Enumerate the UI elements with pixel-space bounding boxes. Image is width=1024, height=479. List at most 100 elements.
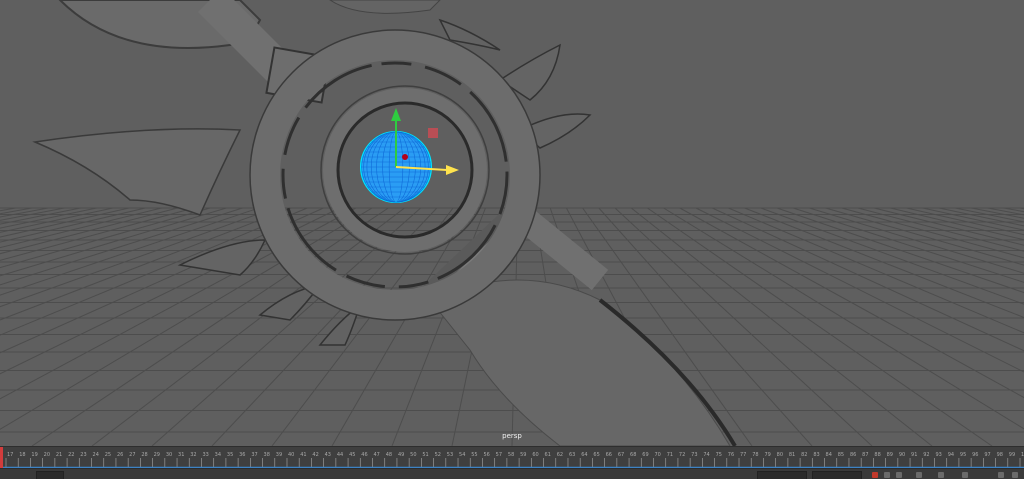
timeline-tick-label: 22 xyxy=(68,452,74,458)
timeline-tick-label: 53 xyxy=(447,452,453,458)
timeline-tick-label: 59 xyxy=(520,452,526,458)
timeline-tick-label: 64 xyxy=(581,452,587,458)
timeline-tick-label: 33 xyxy=(202,452,208,458)
timeline-tick-label: 87 xyxy=(862,452,868,458)
timeline-tick-label: 18 xyxy=(19,452,25,458)
auto-key-icon[interactable] xyxy=(872,472,878,478)
timeline-tick-label: 27 xyxy=(129,452,135,458)
timeline-tick-label: 67 xyxy=(618,452,624,458)
time-slider-ruler[interactable]: 17 18 19 20 21 22 23 24 25 26 27 28 29 30 31 32 33 34 35 36… xyxy=(0,447,1024,469)
timeline-tick-label: 17 xyxy=(7,452,13,458)
timeline-tick-label: 77 xyxy=(740,452,746,458)
timeline-tick-label: 71 xyxy=(667,452,673,458)
timeline-tick-label: 56 xyxy=(483,452,489,458)
timeline-tick-label: 73 xyxy=(691,452,697,458)
timeline-tick-label: 48 xyxy=(386,452,392,458)
sound-icon[interactable] xyxy=(938,472,944,478)
timeline-tick-label: 65 xyxy=(593,452,599,458)
timeline-tick-label: 89 xyxy=(887,452,893,458)
timeline-tick-label: 24 xyxy=(93,452,99,458)
timeline-tick-label: 35 xyxy=(227,452,233,458)
perspective-viewport[interactable]: persp xyxy=(0,0,1024,446)
maya-window: persp 17 18 19 20 21 22 23 24 25 26 27 28 29 30 31 32 33… xyxy=(0,0,1024,479)
timeline-tick-label: 60 xyxy=(532,452,538,458)
timeline-tick-label: 66 xyxy=(606,452,612,458)
timeline-tick-label: 97 xyxy=(984,452,990,458)
timeline-tick-label: 29 xyxy=(154,452,160,458)
timeline-tick-label: 94 xyxy=(948,452,954,458)
timeline-tick-label: 47 xyxy=(374,452,380,458)
timeline-tick-label: 40 xyxy=(288,452,294,458)
viewport-scene[interactable] xyxy=(0,0,1024,446)
timeline-tick-label: 81 xyxy=(789,452,795,458)
timeline-tick-label: 42 xyxy=(312,452,318,458)
timeline-tick-label: 84 xyxy=(826,452,832,458)
timeline-tick-label: 88 xyxy=(874,452,880,458)
timeline-tick-label: 90 xyxy=(899,452,905,458)
timeline-tick-label: 82 xyxy=(801,452,807,458)
animation-end-field[interactable] xyxy=(812,471,862,479)
timeline-tick-label: 99 xyxy=(1009,452,1015,458)
timeline-tick-label: 80 xyxy=(777,452,783,458)
timeline-tick-label: 51 xyxy=(422,452,428,458)
settings-icon[interactable] xyxy=(916,472,922,478)
timeline-tick-label: 83 xyxy=(813,452,819,458)
timeline-tick-label: 92 xyxy=(923,452,929,458)
timeline-tick-label: 91 xyxy=(911,452,917,458)
step-forward-icon[interactable] xyxy=(896,472,902,478)
timeline-tick-label: 86 xyxy=(850,452,856,458)
timeline-tick-label: 46 xyxy=(361,452,367,458)
timeline-tick-label: 45 xyxy=(349,452,355,458)
timeline-tick-label: 78 xyxy=(752,452,758,458)
timeline-tick-label: 49 xyxy=(398,452,404,458)
preferences-icon[interactable] xyxy=(998,472,1004,478)
timeline-tick-label: 37 xyxy=(251,452,257,458)
timeline-tick-label: 93 xyxy=(935,452,941,458)
timeline-tick-label: 96 xyxy=(972,452,978,458)
timeline-tick-label: 63 xyxy=(569,452,575,458)
timeline-tick-label: 61 xyxy=(545,452,551,458)
timeline-tick-label: 69 xyxy=(642,452,648,458)
timeline-tick-label: 76 xyxy=(728,452,734,458)
timeline-tick-label: 75 xyxy=(716,452,722,458)
help-icon[interactable] xyxy=(1012,472,1018,478)
timeline-tick-label: 32 xyxy=(190,452,196,458)
timeline-tick-label: 23 xyxy=(80,452,86,458)
timeline-tick-label: 21 xyxy=(56,452,62,458)
range-slider[interactable] xyxy=(0,468,1024,479)
timeline-tick-label: 68 xyxy=(630,452,636,458)
timeline-tick-label: 19 xyxy=(31,452,37,458)
timeline-tick-label: 62 xyxy=(557,452,563,458)
timeline-tick-label: 44 xyxy=(337,452,343,458)
start-frame-field[interactable] xyxy=(36,471,64,479)
timeline-tick-label: 70 xyxy=(654,452,660,458)
time-slider[interactable]: 17 18 19 20 21 22 23 24 25 26 27 28 29 30 31 32 33 34 35 36… xyxy=(0,446,1024,469)
timeline-tick-label: 98 xyxy=(997,452,1003,458)
timeline-tick-label: 57 xyxy=(496,452,502,458)
timeline-tick-label: 41 xyxy=(300,452,306,458)
playback-controls-icon[interactable] xyxy=(884,472,890,478)
timeline-tick-label: 28 xyxy=(141,452,147,458)
timeline-tick-label: 95 xyxy=(960,452,966,458)
timeline-tick-label: 34 xyxy=(215,452,221,458)
timeline-tick-label: 31 xyxy=(178,452,184,458)
timeline-tick-label: 74 xyxy=(703,452,709,458)
timeline-tick-label: 30 xyxy=(166,452,172,458)
timeline-tick-label: 20 xyxy=(44,452,50,458)
character-set-icon[interactable] xyxy=(962,472,968,478)
timeline-tick-label: 38 xyxy=(264,452,270,458)
range-end-field[interactable] xyxy=(757,471,807,479)
timeline-tick-label: 26 xyxy=(117,452,123,458)
timeline-tick-label: 36 xyxy=(239,452,245,458)
timeline-tick-label: 55 xyxy=(471,452,477,458)
timeline-tick-label: 85 xyxy=(838,452,844,458)
timeline-tick-label: 43 xyxy=(325,452,331,458)
timeline-tick-label: 54 xyxy=(459,452,465,458)
timeline-tick-label: 25 xyxy=(105,452,111,458)
timeline-playhead[interactable] xyxy=(0,447,3,469)
timeline-tick-label: 58 xyxy=(508,452,514,458)
timeline-tick-label: 39 xyxy=(276,452,282,458)
timeline-tick-label: 50 xyxy=(410,452,416,458)
camera-label: persp xyxy=(502,432,522,440)
timeline-tick-label: 72 xyxy=(679,452,685,458)
